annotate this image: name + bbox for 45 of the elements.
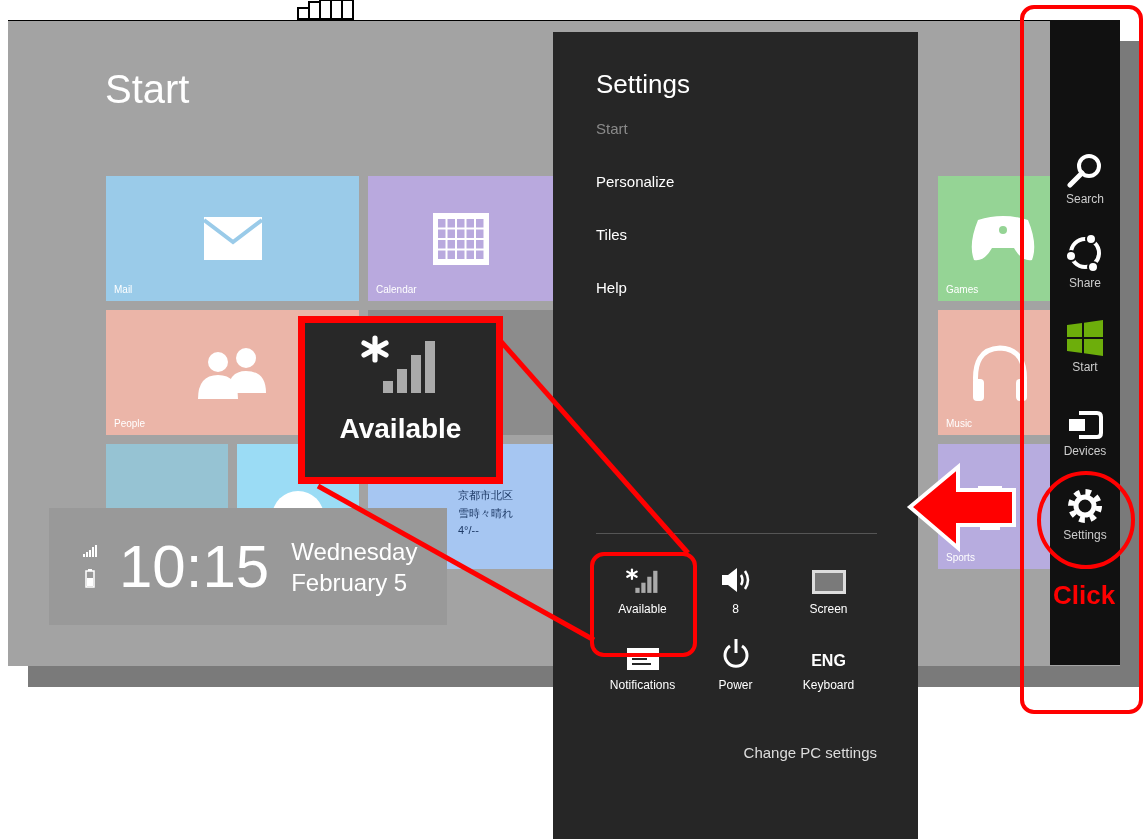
panel-title: Settings: [596, 69, 691, 100]
weather-text: 雪時々晴れ: [458, 506, 513, 521]
tile-label: Mail: [114, 284, 133, 295]
clock-date: February 5: [291, 567, 409, 598]
share-icon: [1066, 234, 1104, 272]
charm-button[interactable]: Search: [1066, 150, 1104, 206]
quick-setting-button[interactable]: 8: [697, 558, 774, 616]
tile-label: People: [114, 418, 146, 429]
charm-button[interactable]: Devices: [1063, 402, 1107, 458]
start-title: Start: [105, 67, 190, 113]
settings-menu-item[interactable]: Personalize: [596, 173, 877, 190]
keyboard-language: ENG: [811, 652, 846, 670]
click-annotation: Click: [1053, 580, 1116, 611]
envelope-icon: [203, 217, 262, 260]
gamepad-icon: [970, 215, 1036, 262]
people-icon: [197, 346, 268, 399]
quick-setting-button[interactable]: Power: [697, 634, 774, 692]
charm-button[interactable]: Share: [1066, 234, 1104, 290]
charm-button[interactable]: Start: [1067, 318, 1103, 374]
quick-setting-button[interactable]: Available: [604, 558, 681, 616]
windows-logo-icon: [1067, 320, 1103, 356]
quick-setting-button[interactable]: ENG Keyboard: [790, 634, 867, 692]
tile-label: Music: [946, 418, 973, 429]
clock-time: 10:15: [119, 532, 270, 601]
settings-menu-item[interactable]: Help: [596, 279, 877, 296]
settings-menu-item[interactable]: Tiles: [596, 226, 877, 243]
settings-icon: [1067, 488, 1103, 524]
search-icon: [1067, 152, 1103, 188]
weather-text: 京都市北区: [458, 488, 513, 503]
weather-text: 4°/--: [458, 524, 480, 536]
signal-icon: [83, 545, 97, 557]
tile-label: Games: [946, 284, 979, 295]
calendar-icon: [433, 212, 489, 265]
quick-setting-button[interactable]: Screen: [790, 558, 867, 616]
quick-setting-button[interactable]: Notifications: [604, 634, 681, 692]
tile-label: Calendar: [376, 284, 417, 295]
signal-icon: [625, 568, 660, 594]
speaker-icon: [719, 566, 752, 594]
screen-icon: [811, 570, 846, 594]
change-pc-settings-link[interactable]: Change PC settings: [743, 744, 877, 761]
panel-context: Start: [596, 120, 629, 137]
tile-label: Sports: [946, 552, 975, 563]
charm-button[interactable]: Settings: [1063, 486, 1107, 542]
battery-icon: [85, 569, 95, 588]
devices-icon: [1067, 410, 1103, 440]
